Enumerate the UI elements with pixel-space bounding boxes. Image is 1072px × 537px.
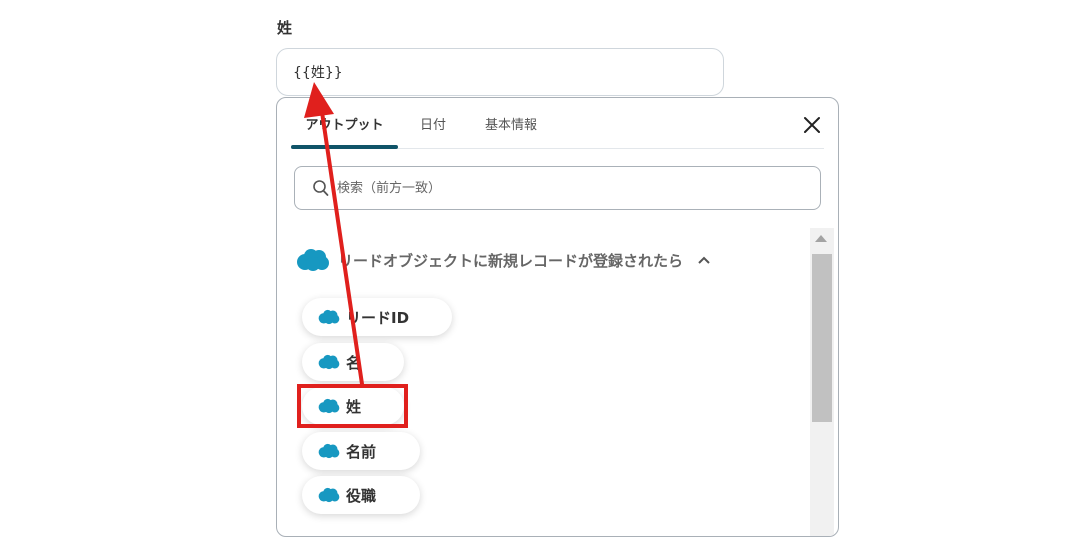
scrollbar[interactable] xyxy=(810,228,834,536)
output-item-title[interactable]: 役職 xyxy=(302,476,420,514)
output-item-full-name[interactable]: 名前 xyxy=(302,432,420,470)
tab-basic-info[interactable]: 基本情報 xyxy=(481,98,541,148)
output-item-lead-id[interactable]: リードID xyxy=(302,298,452,336)
section-title: リードオブジェクトに新規レコードが登録されたら xyxy=(338,251,684,270)
item-label: 役職 xyxy=(346,486,377,505)
tab-bar: アウトプット 日付 基本情報 xyxy=(291,98,824,149)
annotation-highlight-box xyxy=(297,384,408,428)
item-label: 名前 xyxy=(346,442,377,461)
search-input[interactable] xyxy=(335,179,779,197)
salesforce-cloud-icon xyxy=(318,487,340,503)
close-icon[interactable] xyxy=(802,115,822,135)
scroll-thumb[interactable] xyxy=(812,254,832,422)
salesforce-cloud-icon xyxy=(318,443,340,459)
salesforce-cloud-icon xyxy=(297,249,329,271)
variable-picker-panel: アウトプット 日付 基本情報 リードオブジェクトに新規レコードが登録されたら リ… xyxy=(276,97,839,537)
salesforce-cloud-icon xyxy=(318,354,340,370)
chevron-up-icon xyxy=(698,256,710,264)
salesforce-cloud-icon xyxy=(318,309,340,325)
item-label: 名 xyxy=(346,353,362,372)
search-box xyxy=(294,166,821,210)
section-header[interactable]: リードオブジェクトに新規レコードが登録されたら xyxy=(296,245,711,275)
surname-field[interactable]: {{姓}} xyxy=(276,48,724,96)
scroll-up-arrow[interactable] xyxy=(815,235,827,242)
tab-output[interactable]: アウトプット xyxy=(291,98,398,149)
field-value: {{姓}} xyxy=(293,65,343,81)
search-icon xyxy=(313,179,329,196)
item-label: リードID xyxy=(346,308,410,327)
field-label: 姓 xyxy=(277,19,293,37)
tab-date[interactable]: 日付 xyxy=(413,98,453,148)
output-item-first-name[interactable]: 名 xyxy=(302,343,404,381)
